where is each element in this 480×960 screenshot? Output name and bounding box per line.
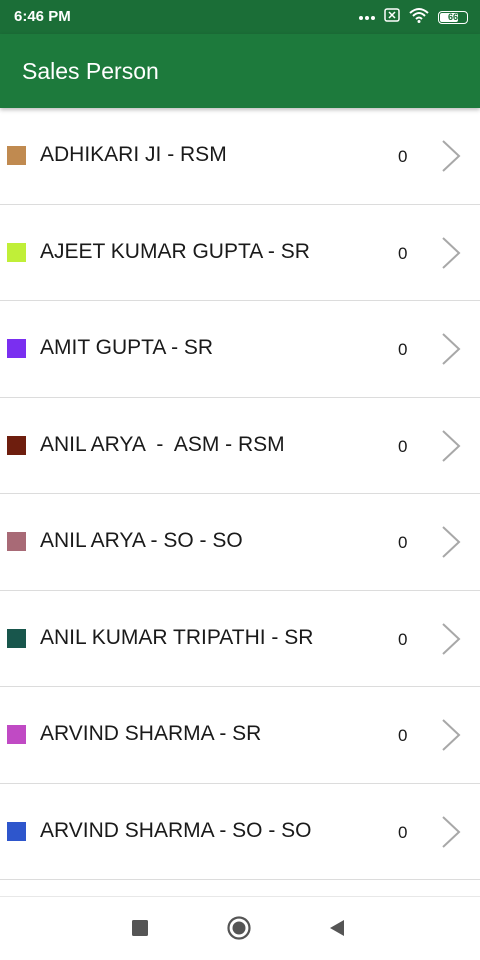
sales-person-name: AJEET KUMAR GUPTA - SR — [40, 239, 310, 263]
more-dots-icon — [359, 8, 375, 26]
chevron-right-icon — [442, 719, 461, 751]
chevron-right-icon — [442, 140, 461, 172]
page-title: Sales Person — [22, 58, 159, 84]
status-bar: 6:46 PM 66 — [0, 0, 480, 34]
sales-person-count: 0 — [398, 822, 408, 842]
color-swatch — [7, 821, 26, 841]
sales-person-count: 0 — [398, 726, 408, 745]
sales-person-name: ARVIND SHARMA - SR — [40, 722, 262, 745]
list-item[interactable]: AJEET KUMAR GUPTA - SR 0 — [0, 205, 480, 301]
list-item[interactable]: ANIL KUMAR TRIPATHI - SR 0 — [0, 591, 480, 687]
list-item[interactable]: ANIL ARYA - SO - SO 0 — [0, 494, 480, 591]
back-triangle-icon[interactable] — [324, 915, 350, 941]
chevron-right-icon — [442, 333, 461, 365]
chevron-right-icon — [442, 526, 461, 558]
sales-person-count: 0 — [398, 147, 408, 166]
sales-person-count: 0 — [398, 340, 408, 359]
sales-person-name: ANIL ARYA - SO - SO — [40, 529, 243, 552]
sales-person-list: ADHIKARI JI - RSM 0 AJEET KUMAR GUPTA - … — [0, 108, 480, 896]
color-swatch — [7, 146, 26, 165]
sales-person-count: 0 — [398, 243, 408, 263]
close-box-icon — [384, 7, 400, 27]
color-swatch — [7, 242, 26, 262]
recents-square-icon[interactable] — [127, 915, 153, 941]
sales-person-count: 0 — [398, 436, 408, 456]
sales-person-name: ANIL ARYA - ASM - RSM — [40, 432, 285, 456]
list-item[interactable]: ADHIKARI JI - RSM 0 — [0, 108, 480, 205]
sales-person-name: ADHIKARI JI - RSM — [40, 143, 227, 166]
chevron-right-icon — [442, 429, 461, 462]
chevron-right-icon — [442, 236, 461, 269]
color-swatch — [7, 435, 26, 455]
sales-person-name: ANIL KUMAR TRIPATHI - SR — [40, 625, 314, 649]
list-item[interactable]: AMIT GUPTA - SR 0 — [0, 301, 480, 398]
battery-icon: 66 — [438, 10, 468, 24]
color-swatch — [7, 725, 26, 744]
app-bar: Sales Person — [0, 34, 480, 108]
list-item[interactable]: ANIL ARYA - ASM - RSM 0 — [0, 398, 480, 494]
navigation-bar — [0, 896, 480, 960]
screen: 6:46 PM 66 Sales Person ADHIKARI JI - RS… — [0, 0, 480, 960]
color-swatch — [7, 628, 26, 648]
list-item[interactable]: ARVIND SHARMA - SO - SO 0 — [0, 784, 480, 880]
list-item[interactable]: ARVIND SHARMA - SR 0 — [0, 687, 480, 784]
sales-person-name: AMIT GUPTA - SR — [40, 336, 214, 359]
chevron-right-icon — [442, 622, 461, 655]
sales-person-name: ARVIND SHARMA - SO - SO — [40, 818, 312, 842]
color-swatch — [7, 532, 26, 551]
sales-person-count: 0 — [398, 629, 408, 649]
home-circle-icon[interactable] — [226, 915, 252, 941]
status-icons: 66 — [359, 7, 468, 27]
status-time: 6:46 PM — [14, 8, 71, 25]
color-swatch — [7, 339, 26, 358]
chevron-right-icon — [442, 815, 461, 848]
sales-person-count: 0 — [398, 533, 408, 552]
wifi-icon — [409, 7, 429, 28]
battery-level: 66 — [447, 12, 458, 22]
